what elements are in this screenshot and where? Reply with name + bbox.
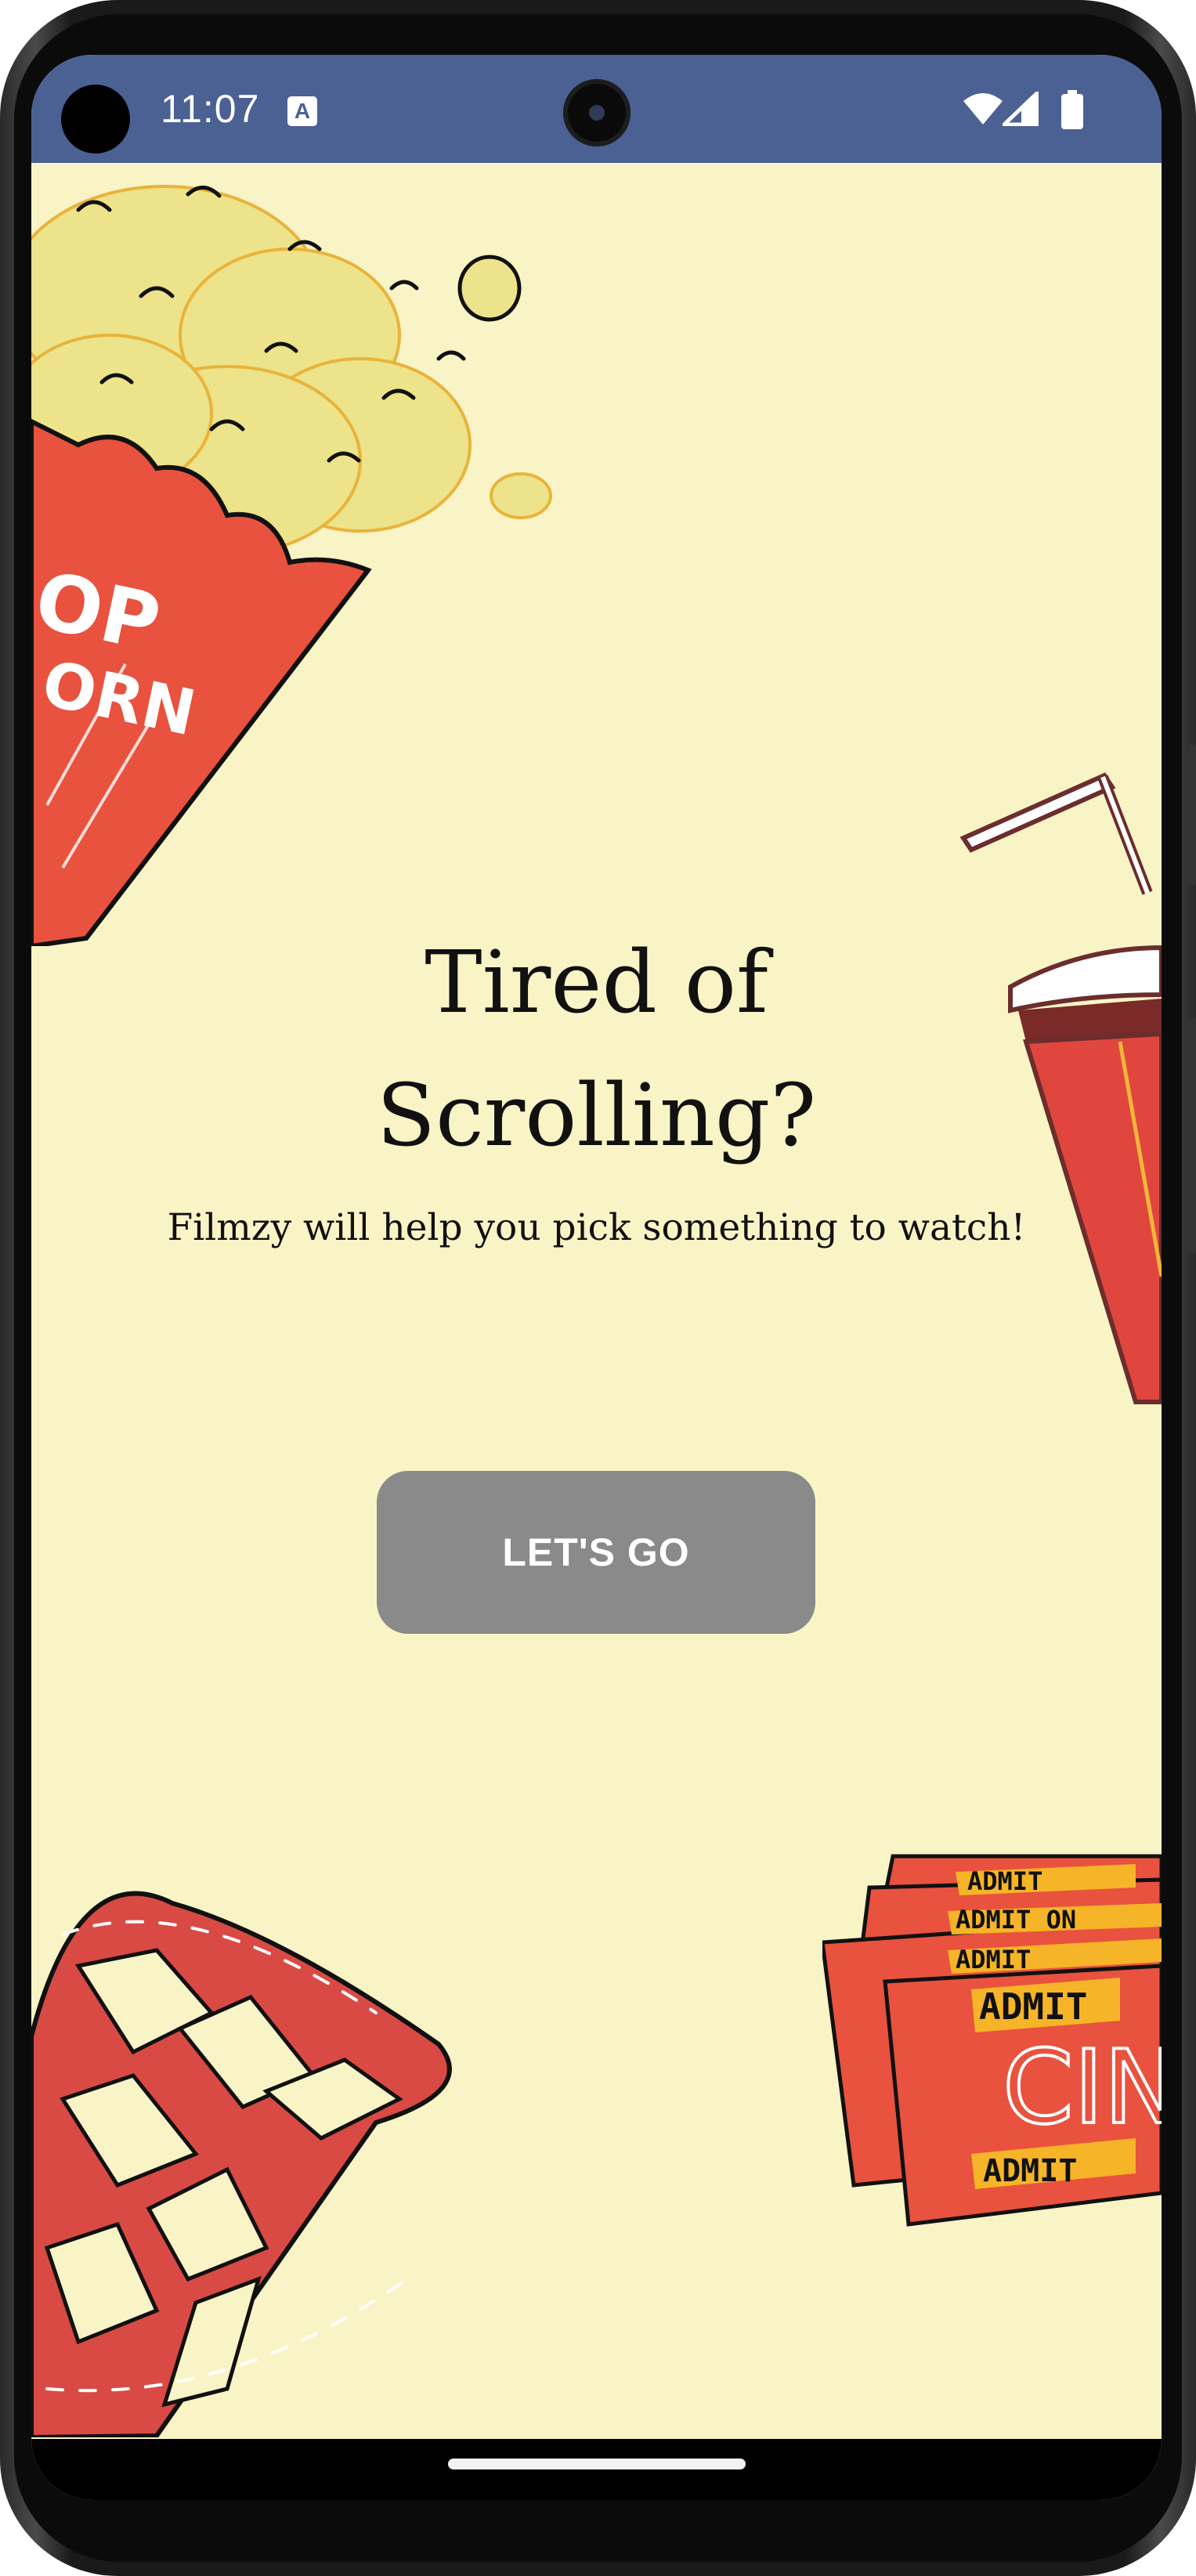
navigation-bar — [31, 2439, 1162, 2500]
battery-icon — [1061, 90, 1083, 129]
status-time: 11:07 — [161, 87, 260, 131]
cinema-tickets-illustration: ADMIT ADMIT ON ADMIT ADMIT ADMIT CINE — [822, 1854, 1162, 2227]
ticket-text-4: ADMIT — [979, 1985, 1087, 2028]
ticket-brand: CINE — [1003, 2028, 1162, 2147]
volume-button — [1188, 1018, 1196, 1253]
lets-go-button[interactable]: LET'S GO — [377, 1471, 815, 1634]
power-button — [1188, 744, 1196, 885]
ticket-text-2: ADMIT ON — [956, 1905, 1076, 1935]
ticket-text-1: ADMIT — [967, 1866, 1042, 1896]
popcorn-illustration: OP ORN — [31, 185, 552, 946]
ticket-text-3: ADMIT — [956, 1945, 1031, 1974]
front-camera — [563, 79, 631, 146]
home-indicator[interactable] — [448, 2459, 746, 2469]
headline-line-1: Tired of — [425, 932, 768, 1032]
notification-a-icon: A — [287, 96, 317, 126]
headline-line-2: Scrolling? — [376, 1065, 817, 1165]
wifi-icon — [963, 93, 1003, 125]
status-bar: 11:07 A — [31, 55, 1162, 163]
tagline: Filmzy will help you pick something to w… — [167, 1206, 1026, 1249]
phone-frame: 11:07 A OP ORN Tired of Scrolling? Filmz… — [0, 0, 1196, 2576]
app-screen: 11:07 A OP ORN Tired of Scrolling? Filmz… — [31, 55, 1162, 2500]
status-dot — [61, 85, 130, 154]
ticket-text-5: ADMIT — [983, 2153, 1077, 2189]
film-strip-illustration — [31, 1891, 452, 2437]
signal-icon — [1003, 92, 1039, 126]
